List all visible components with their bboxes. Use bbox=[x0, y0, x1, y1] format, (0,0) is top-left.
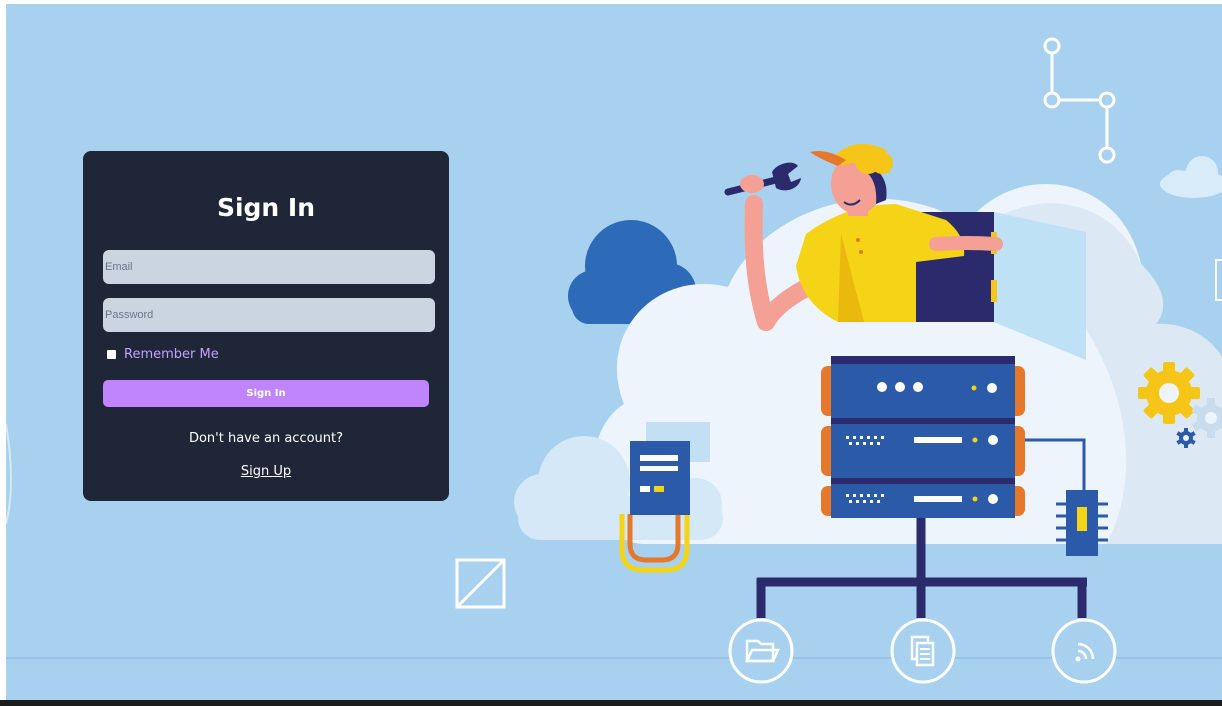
remember-me-checkbox[interactable] bbox=[107, 350, 116, 359]
server-rack bbox=[821, 356, 1025, 518]
wrench-icon bbox=[724, 162, 801, 196]
documents-icon bbox=[890, 618, 956, 684]
circuit-decoration bbox=[1043, 37, 1116, 164]
remember-me[interactable]: Remember Me bbox=[107, 347, 219, 362]
folder-icon bbox=[728, 618, 794, 684]
page-background: Sign In Remember Me Sign In Don't have a… bbox=[6, 4, 1222, 702]
email-input[interactable] bbox=[103, 250, 435, 284]
small-cloud-right bbox=[1160, 156, 1222, 198]
sign-up-link[interactable]: Sign Up bbox=[83, 464, 449, 479]
wifi-icon bbox=[1051, 618, 1117, 684]
remember-me-label: Remember Me bbox=[124, 347, 219, 362]
bottom-bar bbox=[0, 700, 1222, 706]
data-panel bbox=[619, 441, 690, 573]
square-decoration bbox=[455, 558, 506, 609]
login-card: Sign In Remember Me Sign In Don't have a… bbox=[83, 151, 449, 501]
sign-in-button[interactable]: Sign In bbox=[103, 380, 429, 407]
no-account-text: Don't have an account? bbox=[188, 431, 344, 446]
login-title: Sign In bbox=[216, 193, 316, 222]
password-input[interactable] bbox=[103, 298, 435, 332]
